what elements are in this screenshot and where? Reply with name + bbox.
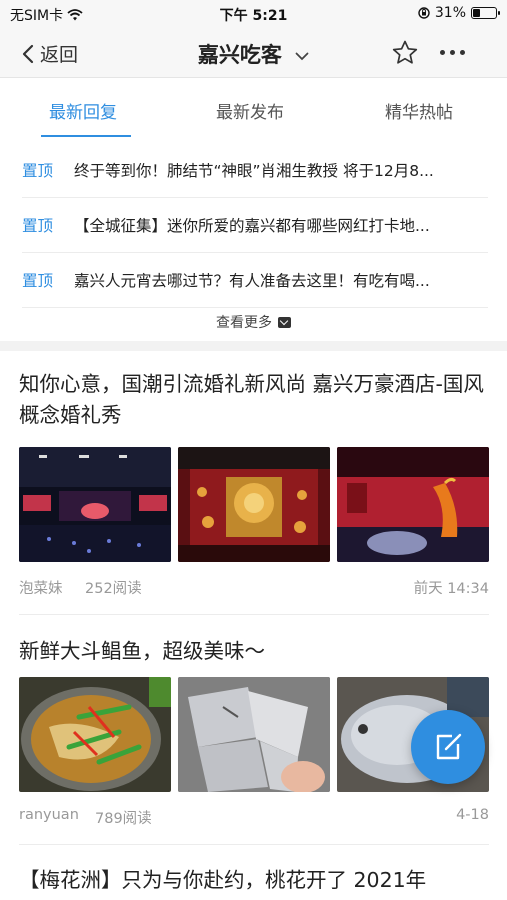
- pinned-title: 终于等到你！肺结节“神眼”肖湘生教授 将于12月8...: [74, 162, 434, 180]
- compose-button[interactable]: [411, 710, 485, 784]
- post-title[interactable]: 新鲜大斗鲳鱼，超级美味～: [19, 636, 489, 667]
- mail-icon: [278, 316, 291, 328]
- more-dot: [460, 50, 465, 55]
- post-reads: 789阅读: [95, 811, 152, 827]
- post-image[interactable]: [337, 447, 489, 562]
- status-bar: 无SIM卡 下午 5:21 31%: [0, 0, 507, 28]
- chevron-down-icon: [295, 52, 309, 60]
- orientation-lock-icon: [418, 7, 430, 19]
- battery-icon: [471, 7, 500, 19]
- post-image[interactable]: [19, 677, 171, 792]
- nav-bar: 返回 嘉兴吃客: [0, 28, 507, 78]
- battery-text: 31%: [434, 5, 466, 21]
- post-thumbnails[interactable]: [19, 447, 489, 562]
- tab-latest-post[interactable]: 最新发布: [216, 98, 284, 123]
- status-right: 31%: [418, 5, 500, 21]
- post-author[interactable]: ranyuan: [19, 807, 79, 823]
- post-image[interactable]: [178, 677, 330, 792]
- post-title[interactable]: 【梅花洲】只为与你赴约，桃花开了 2021年: [19, 865, 489, 896]
- pinned-title: 【全城征集】迷你所爱的嘉兴都有哪些网红打卡地...: [74, 217, 430, 235]
- post-title[interactable]: 知你心意，国潮引流婚礼新风尚 嘉兴万豪酒店-国风概念婚礼秀: [19, 369, 489, 431]
- pinned-item[interactable]: 置顶 终于等到你！肺结节“神眼”肖湘生教授 将于12月8...: [22, 143, 488, 198]
- pinned-title: 嘉兴人元宵去哪过节？有人准备去这里！有吃有喝...: [74, 272, 430, 290]
- more-icon[interactable]: [440, 50, 465, 55]
- page-title: 嘉兴吃客: [197, 43, 282, 67]
- section-gap: [0, 341, 507, 351]
- post-date: 前天 14:34: [413, 581, 489, 597]
- pinned-item[interactable]: 置顶 嘉兴人元宵去哪过节？有人准备去这里！有吃有喝...: [22, 253, 488, 308]
- post-divider: [19, 844, 489, 845]
- pinned-tag: 置顶: [22, 162, 54, 180]
- tab-bar: 最新回复 最新发布 精华热帖: [0, 80, 507, 138]
- battery-fill: [473, 9, 480, 17]
- more-dot: [450, 50, 455, 55]
- tab-latest-reply[interactable]: 最新回复: [49, 98, 117, 123]
- post-reads: 252阅读: [85, 581, 142, 597]
- post-divider: [19, 614, 489, 615]
- see-more-button[interactable]: 查看更多: [0, 312, 507, 332]
- post-date: 4-18: [456, 807, 489, 823]
- tab-featured[interactable]: 精华热帖: [385, 98, 453, 123]
- pinned-item[interactable]: 置顶 【全城征集】迷你所爱的嘉兴都有哪些网红打卡地...: [22, 198, 488, 253]
- see-more-label: 查看更多: [216, 315, 272, 331]
- forum-title-dropdown[interactable]: 嘉兴吃客: [0, 39, 507, 69]
- post-image[interactable]: [178, 447, 330, 562]
- post-image[interactable]: [19, 447, 171, 562]
- pinned-tag: 置顶: [22, 272, 54, 290]
- post-author[interactable]: 泡菜妹: [19, 577, 63, 598]
- more-dot: [440, 50, 445, 55]
- tab-indicator: [41, 135, 131, 137]
- star-icon[interactable]: [392, 40, 418, 65]
- pinned-tag: 置顶: [22, 217, 54, 235]
- compose-icon: [436, 733, 462, 760]
